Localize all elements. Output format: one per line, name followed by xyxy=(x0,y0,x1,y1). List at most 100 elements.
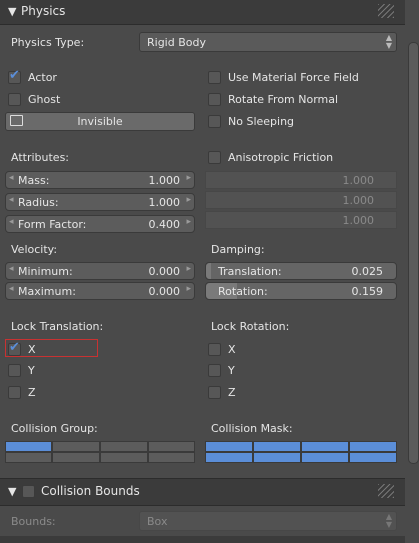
decrement-arrow-icon[interactable]: ◂ xyxy=(9,217,14,227)
lock-rotation-z-label: Z xyxy=(228,386,236,399)
collision-group-layer-1[interactable] xyxy=(5,441,52,452)
decrement-arrow-icon[interactable]: ◂ xyxy=(9,173,14,183)
anisotropic-friction-label: Anisotropic Friction xyxy=(228,151,334,164)
anisotropic-friction-z-field: 1.000 xyxy=(205,211,397,229)
collision-bounds-panel-header[interactable]: ▼ Collision Bounds xyxy=(0,478,405,506)
collision-mask-layer-1[interactable] xyxy=(205,441,253,452)
use-material-force-field-checkbox[interactable] xyxy=(208,71,221,84)
collision-mask-layer-4[interactable] xyxy=(349,441,397,452)
velocity-maximum-value: 0.000 xyxy=(148,285,181,298)
lock-translation-y-checkbox[interactable] xyxy=(8,364,21,377)
ghost-label: Ghost xyxy=(28,93,61,106)
form-factor-label: Form Factor: xyxy=(18,218,87,231)
scrollbar-thumb[interactable] xyxy=(408,42,419,464)
radius-field[interactable]: ◂ Radius: 1.000 ▸ xyxy=(5,193,195,211)
anisotropic-friction-y-value: 1.000 xyxy=(342,194,375,207)
physics-type-dropdown[interactable]: Rigid Body ▲ ▼ xyxy=(139,32,397,52)
dropdown-arrows-icon: ▲ ▼ xyxy=(385,33,392,50)
panel-drag-grip-icon[interactable] xyxy=(378,484,394,498)
actor-checkbox[interactable] xyxy=(8,68,21,84)
bounds-label: Bounds: xyxy=(11,515,56,528)
damping-rotation-value: 0.159 xyxy=(351,285,384,298)
collision-group-layer-7[interactable] xyxy=(100,452,148,463)
anisotropic-friction-z-value: 1.000 xyxy=(342,214,375,227)
damping-rotation-label: Rotation: xyxy=(218,285,268,298)
form-factor-field[interactable]: ◂ Form Factor: 0.400 ▸ xyxy=(5,215,195,233)
velocity-minimum-field[interactable]: ◂ Minimum: 0.000 ▸ xyxy=(5,262,195,280)
panel-collapse-triangle-icon[interactable]: ▼ xyxy=(8,485,16,498)
collision-group-layer-6[interactable] xyxy=(52,452,100,463)
panel-drag-grip-icon[interactable] xyxy=(378,4,394,18)
ghost-checkbox[interactable] xyxy=(8,93,21,106)
physics-panel-header[interactable]: ▼ Physics xyxy=(0,0,405,25)
bottom-panel-edge xyxy=(0,536,405,543)
attributes-label: Attributes: xyxy=(11,151,70,164)
collision-group-layer-4[interactable] xyxy=(148,441,195,452)
bounds-value: Box xyxy=(147,515,168,528)
dropdown-arrows-icon: ▲ ▼ xyxy=(385,512,392,529)
collision-mask-label: Collision Mask: xyxy=(211,422,293,435)
actor-label: Actor xyxy=(28,71,57,84)
decrement-arrow-icon[interactable]: ◂ xyxy=(9,195,14,205)
lock-translation-x-checkbox[interactable] xyxy=(8,340,21,356)
increment-arrow-icon[interactable]: ▸ xyxy=(186,217,191,227)
lock-translation-x-label: X xyxy=(28,343,36,356)
use-material-force-field-label: Use Material Force Field xyxy=(228,71,359,84)
invisible-label: Invisible xyxy=(77,115,123,128)
no-sleeping-checkbox[interactable] xyxy=(208,115,221,128)
anisotropic-friction-y-field: 1.000 xyxy=(205,191,397,209)
damping-translation-label: Translation: xyxy=(218,265,282,278)
damping-translation-value: 0.025 xyxy=(351,265,384,278)
physics-type-value: Rigid Body xyxy=(147,36,206,49)
rotate-from-normal-checkbox[interactable] xyxy=(208,93,221,106)
increment-arrow-icon[interactable]: ▸ xyxy=(186,195,191,205)
lock-rotation-label: Lock Rotation: xyxy=(211,320,290,333)
velocity-maximum-label: Maximum: xyxy=(18,285,76,298)
collision-group-layer-8[interactable] xyxy=(148,452,195,463)
lock-translation-z-checkbox[interactable] xyxy=(8,386,21,399)
collision-group-layer-5[interactable] xyxy=(5,452,52,463)
collision-mask-layer-3[interactable] xyxy=(301,441,349,452)
radius-value: 1.000 xyxy=(148,196,181,209)
panel-collapse-triangle-icon[interactable]: ▼ xyxy=(8,5,16,18)
anisotropic-friction-x-value: 1.000 xyxy=(342,174,375,187)
form-factor-value: 0.400 xyxy=(148,218,181,231)
velocity-minimum-value: 0.000 xyxy=(148,265,181,278)
decrement-arrow-icon[interactable]: ◂ xyxy=(9,284,14,294)
bounds-dropdown[interactable]: Box ▲ ▼ xyxy=(139,511,397,531)
collision-mask-layer-2[interactable] xyxy=(253,441,301,452)
velocity-maximum-field[interactable]: ◂ Maximum: 0.000 ▸ xyxy=(5,282,195,300)
collision-mask-layer-6[interactable] xyxy=(253,452,301,463)
anisotropic-friction-x-field: 1.000 xyxy=(205,171,397,189)
lock-rotation-y-label: Y xyxy=(228,364,235,377)
collision-group-layer-2[interactable] xyxy=(52,441,100,452)
physics-panel-title: Physics xyxy=(21,4,66,18)
collision-mask-layer-5[interactable] xyxy=(205,452,253,463)
damping-rotation-slider[interactable]: Rotation: 0.159 xyxy=(205,282,397,300)
invisible-toggle-button[interactable]: Invisible xyxy=(5,112,195,131)
no-sleeping-label: No Sleeping xyxy=(228,115,295,128)
anisotropic-friction-checkbox[interactable] xyxy=(208,151,221,164)
velocity-label: Velocity: xyxy=(11,243,58,256)
damping-translation-slider[interactable]: Translation: 0.025 xyxy=(205,262,397,280)
collision-mask-layer-8[interactable] xyxy=(349,452,397,463)
mass-value: 1.000 xyxy=(148,174,181,187)
damping-translation-fill xyxy=(206,263,211,279)
increment-arrow-icon[interactable]: ▸ xyxy=(186,173,191,183)
increment-arrow-icon[interactable]: ▸ xyxy=(186,264,191,274)
velocity-minimum-label: Minimum: xyxy=(18,265,73,278)
lock-translation-y-label: Y xyxy=(28,364,35,377)
collision-group-label: Collision Group: xyxy=(11,422,98,435)
collision-bounds-checkbox[interactable] xyxy=(22,485,35,498)
damping-label: Damping: xyxy=(211,243,265,256)
lock-rotation-x-checkbox[interactable] xyxy=(208,343,221,356)
collision-mask-layer-7[interactable] xyxy=(301,452,349,463)
mass-label: Mass: xyxy=(18,174,50,187)
mass-field[interactable]: ◂ Mass: 1.000 ▸ xyxy=(5,171,195,189)
collision-group-layer-3[interactable] xyxy=(100,441,148,452)
lock-rotation-z-checkbox[interactable] xyxy=(208,386,221,399)
decrement-arrow-icon[interactable]: ◂ xyxy=(9,264,14,274)
increment-arrow-icon[interactable]: ▸ xyxy=(186,284,191,294)
collision-bounds-title: Collision Bounds xyxy=(41,484,140,498)
lock-rotation-y-checkbox[interactable] xyxy=(208,364,221,377)
